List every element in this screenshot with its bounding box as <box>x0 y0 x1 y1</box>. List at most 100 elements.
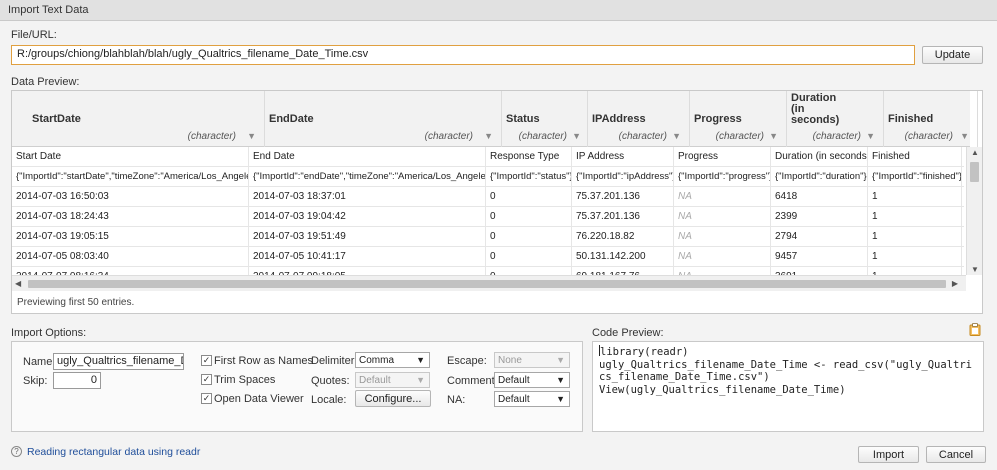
import-button[interactable]: Import <box>858 446 919 463</box>
scroll-left-icon[interactable]: ◀ <box>15 279 21 288</box>
table-cell: {"ImportId":"finished"} <box>868 167 962 187</box>
preview-status-text: Previewing first 50 entries. <box>17 297 135 308</box>
dropdown-arrow-icon: ▼ <box>556 394 565 404</box>
trim-spaces-label: Trim Spaces <box>214 374 276 386</box>
code-line: ugly_Qualtrics_filename_Date_Time <- rea… <box>599 358 972 384</box>
quotes-label: Quotes: <box>311 375 350 387</box>
caret-down-icon[interactable]: ▼ <box>247 131 256 141</box>
table-cell: NA <box>674 227 771 247</box>
column-name: StartDate <box>32 113 81 125</box>
copy-clipboard-icon[interactable] <box>969 323 981 336</box>
configure-button[interactable]: Configure... <box>355 390 431 407</box>
column-header-progress[interactable]: Progress (character) ▼ <box>690 91 787 147</box>
first-row-checkbox[interactable]: ✓ <box>201 355 212 366</box>
vertical-scroll-thumb[interactable] <box>970 162 979 182</box>
table-cell: 2399 <box>771 207 868 227</box>
escape-label: Escape: <box>447 355 487 367</box>
table-cell: 1 <box>868 207 962 227</box>
name-input[interactable]: ugly_Qualtrics_filename_D <box>53 353 184 370</box>
comment-value: Default <box>498 375 530 386</box>
trim-spaces-checkbox[interactable]: ✓ <box>201 374 212 385</box>
caret-down-icon[interactable]: ▼ <box>769 131 778 141</box>
column-name: EndDate <box>269 113 314 125</box>
column-header-finished[interactable]: Finished (character) ▼ <box>884 91 978 147</box>
window-title: Import Text Data <box>8 4 89 16</box>
scroll-right-icon[interactable]: ▶ <box>952 279 958 288</box>
table-cell: {"ImportId":"startDate","timeZone":"Amer… <box>12 167 249 187</box>
delimiter-select[interactable]: Comma ▼ <box>355 352 430 368</box>
table-cell: NA <box>674 247 771 267</box>
table-cell: Finished <box>868 147 962 167</box>
table-cell: {"ImportId":"endDate","timeZone":"Americ… <box>249 167 486 187</box>
comment-select[interactable]: Default ▼ <box>494 372 570 388</box>
table-cell: 2014-07-05 10:41:17 <box>249 247 486 267</box>
cancel-button[interactable]: Cancel <box>926 446 986 463</box>
horizontal-scroll-thumb[interactable] <box>28 280 946 288</box>
caret-down-icon[interactable]: ▼ <box>960 131 969 141</box>
table-cell: 2014-07-03 16:50:03 <box>12 187 249 207</box>
column-type: (character) <box>904 131 953 142</box>
column-type: (character) <box>424 131 473 142</box>
comment-label: Comment: <box>447 375 498 387</box>
dropdown-arrow-icon: ▼ <box>556 375 565 385</box>
help-icon[interactable]: ? <box>11 446 22 457</box>
vertical-scrollbar[interactable]: ▲ ▼ <box>966 147 982 275</box>
code-preview[interactable]: library(readr) ugly_Qualtrics_filename_D… <box>592 341 984 432</box>
help-link[interactable]: Reading rectangular data using readr <box>27 446 200 458</box>
column-header-duration[interactable]: Duration (in seconds) (character) ▼ <box>787 91 884 147</box>
open-data-viewer-label: Open Data Viewer <box>214 393 304 405</box>
column-header-enddate[interactable]: EndDate (character) ▼ <box>265 91 502 147</box>
column-type: (character) <box>812 131 861 142</box>
table-cell: 2014-07-03 19:04:42 <box>249 207 486 227</box>
table-cell: Response Type <box>486 147 572 167</box>
open-data-viewer-checkbox[interactable]: ✓ <box>201 393 212 404</box>
delimiter-label: Delimiter: <box>311 355 358 367</box>
column-header-startdate[interactable]: StartDate (character) ▼ <box>28 91 265 147</box>
caret-down-icon[interactable]: ▼ <box>672 131 681 141</box>
table-cell: 6418 <box>771 187 868 207</box>
skip-label: Skip: <box>23 375 48 387</box>
column-header-row: StartDate (character) ▼ EndDate (charact… <box>12 91 978 147</box>
column-type: (character) <box>518 131 567 142</box>
table-cell: 75.37.201.136 <box>572 207 674 227</box>
caret-down-icon[interactable]: ▼ <box>484 131 493 141</box>
code-line: library(readr) <box>600 346 689 358</box>
name-label: Name: <box>23 356 56 368</box>
table-cell: 1 <box>868 227 962 247</box>
column-header-ipaddress[interactable]: IPAddress (character) ▼ <box>588 91 690 147</box>
column-name: Progress <box>694 113 742 125</box>
table-row: 2014-07-03 16:50:03 2014-07-03 18:37:01 0 7… <box>12 187 964 207</box>
file-url-input[interactable]: R:/groups/chiong/blahblah/blah/ugly_Qual… <box>11 45 915 65</box>
skip-input[interactable]: 0 <box>53 372 101 389</box>
file-url-label: File/URL: <box>11 29 57 41</box>
quotes-select[interactable]: Default ▼ <box>355 372 430 388</box>
update-button[interactable]: Update <box>922 46 983 64</box>
na-select[interactable]: Default ▼ <box>494 391 570 407</box>
table-cell: 2014-07-05 08:03:40 <box>12 247 249 267</box>
caret-down-icon[interactable]: ▼ <box>572 131 581 141</box>
escape-value: None <box>498 355 522 366</box>
caret-down-icon[interactable]: ▼ <box>866 131 875 141</box>
column-name: Status <box>506 113 540 125</box>
table-cell: {"ImportId":"duration"} <box>771 167 868 187</box>
table-cell: NA <box>674 207 771 227</box>
table-cell: 2014-07-03 19:51:49 <box>249 227 486 247</box>
table-row: 2014-07-05 08:03:40 2014-07-05 10:41:17 0 5… <box>12 247 964 267</box>
table-cell: {"ImportId":"progress"} <box>674 167 771 187</box>
scroll-up-icon[interactable]: ▲ <box>971 148 979 157</box>
dropdown-arrow-icon: ▼ <box>416 375 425 385</box>
first-row-label: First Row as Names <box>214 355 314 367</box>
table-cell: 1 <box>868 247 962 267</box>
table-cell: Duration (in seconds) <box>771 147 868 167</box>
scroll-down-icon[interactable]: ▼ <box>971 265 979 274</box>
na-value: Default <box>498 394 530 405</box>
table-cell: 75.37.201.136 <box>572 187 674 207</box>
table-cell: 0 <box>486 227 572 247</box>
table-cell: 2014-07-03 18:24:43 <box>12 207 249 227</box>
escape-select[interactable]: None ▼ <box>494 352 570 368</box>
column-header-status[interactable]: Status (character) ▼ <box>502 91 588 147</box>
table-cell: 2014-07-03 19:05:15 <box>12 227 249 247</box>
horizontal-scrollbar[interactable]: ◀ ▶ <box>12 275 966 291</box>
code-line: View(ugly_Qualtrics_filename_Date_Time) <box>599 383 846 396</box>
table-row: 2014-07-03 19:05:15 2014-07-03 19:51:49 0 7… <box>12 227 964 247</box>
